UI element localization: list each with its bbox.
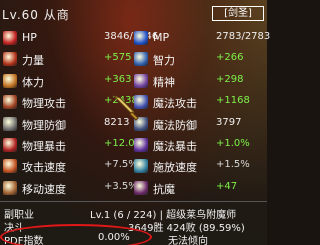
physical-crit-icon — [3, 138, 17, 152]
stat-value: +298 — [216, 73, 244, 85]
stat-row: 力量 +575 智力 +266 — [0, 51, 267, 67]
stat-label: 力量 — [22, 54, 44, 68]
sword-cursor-icon — [113, 95, 139, 121]
stat-label: 抗魔 — [153, 182, 175, 196]
level-and-name: Lv.60 从商 — [2, 8, 70, 22]
mp-icon — [134, 31, 148, 45]
physical-attack-icon — [3, 95, 17, 110]
stat-value: +1168 — [216, 95, 250, 107]
stat-row: 移动速度 +3.5% 抗魔 +47 — [0, 180, 267, 196]
attack-speed-icon — [3, 159, 17, 174]
physical-defense-icon — [3, 116, 17, 131]
stat-value: 2783/2783 — [216, 31, 271, 42]
faction-badge[interactable]: [剑圣] — [212, 6, 264, 21]
stat-label: 智力 — [153, 54, 175, 68]
stat-label: 魔法暴击 — [153, 140, 197, 153]
divider — [0, 201, 267, 202]
stamina-icon — [3, 73, 17, 88]
stat-value: +1.0% — [216, 138, 250, 149]
stat-row: 体力 +363 精神 +298 — [0, 73, 267, 89]
stat-label: 魔法攻击 — [153, 97, 197, 111]
stat-value: +266 — [216, 52, 244, 64]
stat-label: 物理防御 — [22, 118, 66, 132]
stat-value: +7.5% — [104, 159, 138, 171]
spirit-icon — [134, 73, 148, 88]
resist-icon — [134, 180, 148, 195]
strength-icon — [3, 52, 17, 67]
stat-label: 精神 — [153, 75, 175, 89]
stat-row: 物理暴击 +12.0% 魔法暴击 +1.0% — [0, 137, 267, 153]
stat-row: HP 3846/3846 MP 2783/2783 — [0, 30, 271, 46]
intelligence-icon — [134, 52, 148, 67]
character-header: Lv.60 从商 [剑圣] — [0, 0, 267, 26]
stat-label: 施放速度 — [153, 161, 197, 175]
move-speed-icon — [3, 180, 17, 195]
magic-crit-icon — [134, 138, 148, 152]
cast-speed-icon — [134, 159, 148, 174]
stat-label: 魔法防御 — [153, 118, 197, 132]
stat-value: +363 — [104, 73, 132, 85]
stat-label: 体力 — [22, 75, 44, 89]
stat-value: +47 — [216, 180, 238, 192]
stat-label: 物理攻击 — [22, 97, 66, 111]
stat-label: 移动速度 — [22, 182, 66, 196]
pdf-tendency: 无法倾向 — [168, 236, 208, 245]
stat-value: 3797 — [216, 116, 242, 128]
stat-label: HP — [22, 31, 37, 44]
stat-value: +3.5% — [104, 180, 138, 192]
stat-value: 3846/3846 — [104, 31, 159, 42]
stat-label: 物理暴击 — [22, 140, 66, 153]
stat-row: 攻击速度 +7.5% 施放速度 +1.5% — [0, 158, 267, 174]
stat-label: 攻击速度 — [22, 161, 66, 175]
stat-value: +1.5% — [216, 159, 250, 171]
stat-label: MP — [153, 31, 170, 44]
highlight-circle — [0, 224, 152, 245]
stat-value: +575 — [104, 52, 132, 64]
hp-icon — [3, 31, 17, 45]
